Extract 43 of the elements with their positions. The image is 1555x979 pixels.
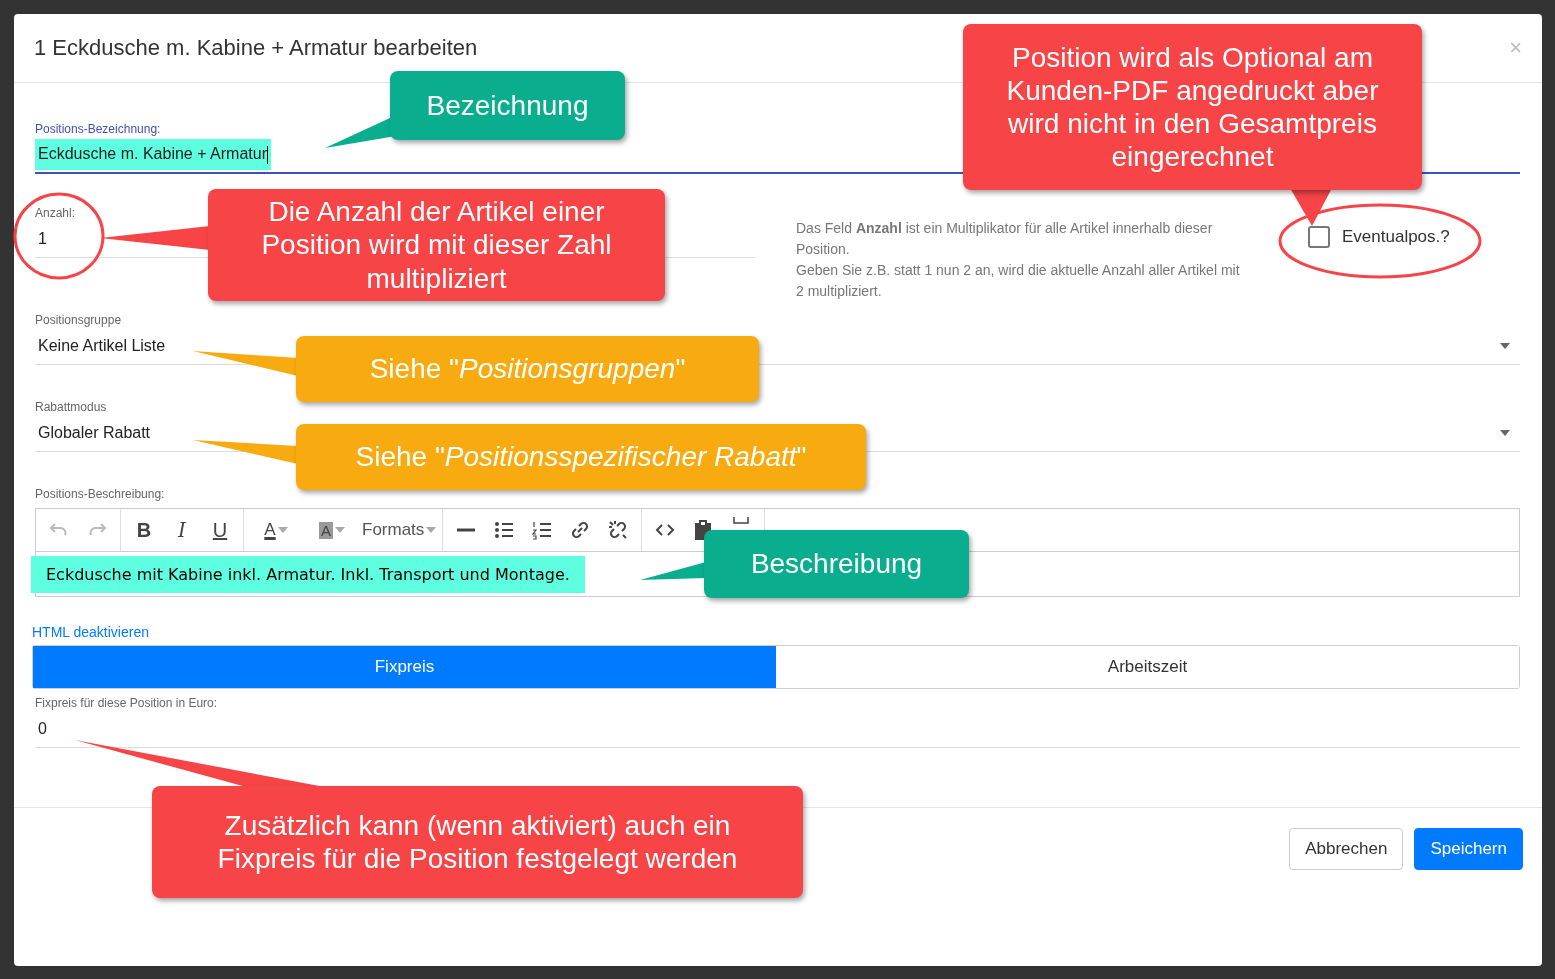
input-field[interactable]: Eckdusche m. Kabine + Armatur	[35, 139, 271, 170]
html-toggle-link[interactable]: HTML deaktivieren	[32, 624, 149, 640]
field-label: Positions-Bezeichnung:	[35, 121, 161, 137]
input-field[interactable]: 1	[35, 224, 50, 254]
checkbox[interactable]	[1308, 226, 1330, 248]
callout-pointer	[640, 562, 706, 580]
callout: Position wird als Optional am Kunden-PDF angedruckt aber wird nicht in den Gesamtpreis eingerechnet	[963, 24, 1422, 190]
input-field[interactable]: 0	[35, 714, 50, 744]
dialog-title: 1 Eckdusche m. Kabine + Armatur bearbeiten	[34, 35, 478, 61]
text-color-button[interactable]: A	[264, 520, 276, 540]
bold-button[interactable]: B	[125, 513, 163, 547]
field-label: Anzahl:	[35, 205, 76, 221]
numbered-list-icon[interactable]	[532, 520, 553, 540]
caret-icon	[277, 527, 288, 533]
callout: Siehe "Positionsspezifischer Rabatt"	[296, 424, 866, 490]
callout-pointer	[1290, 188, 1332, 226]
callout: Siehe "Positionsgruppen"	[296, 336, 759, 402]
italic-button[interactable]: I	[163, 513, 201, 547]
field-label: Fixpreis für diese Position in Euro:	[35, 695, 218, 711]
caret-icon	[335, 527, 345, 533]
help-text: Das Feld Anzahl ist ein Multiplikator für alle Artikel innerhalb dieser Position.	[796, 219, 1214, 259]
link-icon[interactable]	[570, 520, 591, 540]
checkbox-label: Eventualpos.?	[1342, 227, 1450, 247]
caret-icon	[426, 527, 437, 533]
dropdown-arrow-icon	[1500, 343, 1510, 349]
unlink-icon[interactable]	[608, 520, 629, 540]
select-field[interactable]: Keine Artikel Liste	[35, 331, 169, 361]
bullet-list-icon[interactable]	[494, 520, 515, 540]
select-field[interactable]: Globaler Rabatt	[35, 418, 154, 448]
cancel-button[interactable]: Abbrechen	[1289, 828, 1404, 870]
callout: Beschreibung	[704, 530, 969, 598]
field-label: Rabattmodus	[35, 399, 107, 415]
save-button[interactable]: Speichern	[1414, 828, 1523, 870]
underline-button[interactable]: U	[201, 513, 239, 547]
callout: Bezeichnung	[390, 71, 625, 140]
formats-dropdown[interactable]: Formats	[362, 520, 425, 540]
field-label: Positionsgruppe	[35, 312, 122, 328]
help-text: Geben Sie z.B. statt 1 nun 2 an, wird die aktuelle Anzahl aller Artikel mit 2 multipliziert.	[796, 261, 1241, 301]
editor-text[interactable]: Eckdusche mit Kabine inkl. Armatur. Inkl. Transport und Montage.	[31, 555, 585, 593]
dropdown-arrow-icon	[1500, 430, 1510, 436]
price-tab[interactable]: Fixpreis	[33, 646, 776, 688]
callout: Die Anzahl der Artikel einer Position wird mit dieser Zahl multipliziert	[208, 189, 665, 301]
field-label: Positions-Beschreibung:	[35, 486, 165, 502]
